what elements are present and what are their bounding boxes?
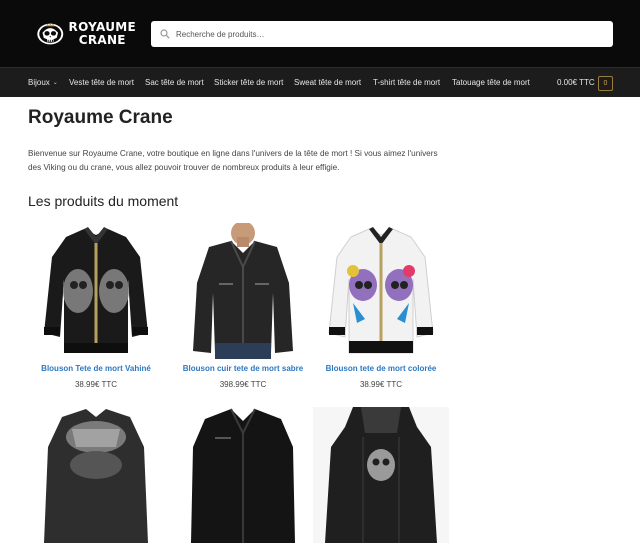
main-navigation: Bijoux ⌄ Veste tête de mort Sac tête de m… — [0, 67, 640, 97]
logo-line-2: CRANE — [78, 33, 126, 47]
product-price: 398.99€ TTC — [219, 380, 267, 389]
jacket-image — [191, 408, 295, 543]
product-name[interactable]: Blouson Tete de mort Vahiné — [28, 364, 164, 373]
nav-item-tatouage[interactable]: Tatouage tête de mort — [452, 68, 530, 98]
nav-item-sac[interactable]: Sac tête de mort — [145, 68, 204, 98]
product-name[interactable]: Blouson tete de mort colorée — [313, 364, 449, 373]
leather-jacket-image — [193, 223, 293, 359]
nav-item-bijoux[interactable]: Bijoux ⌄ — [28, 68, 58, 98]
nav-item-sticker[interactable]: Sticker tête de mort — [214, 68, 283, 98]
jacket-image — [44, 409, 148, 543]
product-image[interactable] — [28, 407, 164, 543]
section-title: Les produits du moment — [28, 193, 179, 209]
intro-paragraph: Bienvenue sur Royaume Crane, votre bouti… — [28, 149, 438, 172]
product-image[interactable] — [313, 407, 449, 543]
search-input[interactable] — [176, 29, 596, 39]
cart-total[interactable]: 0.00€ TTC — [557, 68, 595, 98]
cart-count: 0 — [603, 80, 608, 87]
search-bar[interactable] — [151, 21, 613, 47]
page-title: Royaume Crane — [28, 107, 173, 128]
colored-skull-jacket-image — [328, 227, 434, 354]
product-image[interactable] — [175, 407, 311, 543]
nav-item-tshirt[interactable]: T-shirt tête de mort — [373, 68, 440, 98]
nav-item-sweat[interactable]: Sweat tête de mort — [294, 68, 361, 98]
product-price: 38.99€ TTC — [359, 380, 403, 389]
cart-bag-icon[interactable]: 0 — [598, 76, 613, 91]
product-price: 38.99€ TTC — [74, 380, 118, 389]
hooded-leather-jacket-image — [325, 407, 437, 543]
chevron-down-icon: ⌄ — [52, 80, 58, 86]
nav-item-veste[interactable]: Veste tête de mort — [69, 68, 134, 98]
product-image[interactable] — [175, 223, 311, 359]
site-logo[interactable]: ROYAUME CRANE — [36, 14, 136, 54]
product-name[interactable]: Blouson cuir tete de mort sabre — [175, 364, 311, 373]
site-header: ROYAUME CRANE — [0, 0, 640, 67]
skull-logo-icon — [37, 22, 64, 45]
product-image[interactable] — [313, 223, 449, 359]
nav-item-label: Bijoux — [28, 78, 50, 87]
search-icon — [160, 29, 170, 39]
jacket-image — [44, 227, 148, 353]
product-image[interactable] — [28, 223, 164, 359]
logo-wordmark: ROYAUME CRANE — [69, 21, 136, 47]
